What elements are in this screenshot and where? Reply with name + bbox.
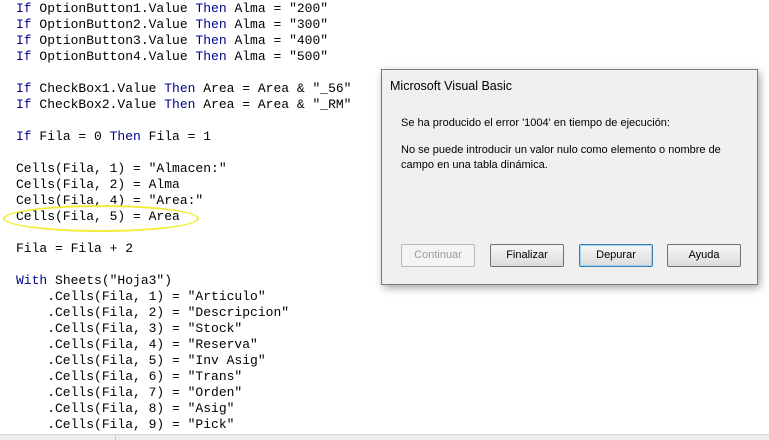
code-keyword: Then — [164, 97, 196, 112]
code-line[interactable]: .Cells(Fila, 4) = "Reserva" — [16, 337, 258, 353]
code-line[interactable]: If OptionButton1.Value Then Alma = "200" — [16, 1, 328, 17]
code-line[interactable]: .Cells(Fila, 9) = "Pick" — [16, 417, 234, 433]
code-keyword: Then — [195, 33, 227, 48]
code-text: Fila = Fila + 2 — [16, 241, 134, 256]
code-keyword: Then — [195, 49, 227, 64]
code-line[interactable]: .Cells(Fila, 5) = "Inv Asig" — [16, 353, 266, 369]
code-text: CheckBox1.Value — [31, 81, 165, 96]
code-text: .Cells(Fila, 1) = "Articulo" — [16, 289, 266, 304]
code-text: .Cells(Fila, 8) = "Asig" — [16, 401, 235, 416]
code-line[interactable]: If Fila = 0 Then Fila = 1 — [16, 129, 211, 145]
code-line[interactable]: If OptionButton3.Value Then Alma = "400" — [16, 33, 328, 49]
code-keyword: Then — [195, 17, 227, 32]
code-text: .Cells(Fila, 4) = "Reserva" — [16, 337, 258, 352]
code-keyword: If — [16, 129, 32, 144]
error-dialog: Microsoft Visual Basic Se ha producido e… — [381, 69, 758, 285]
code-keyword: If — [16, 1, 32, 16]
code-keyword: With — [16, 273, 48, 288]
code-text: Fila = 0 — [31, 129, 110, 144]
code-text: OptionButton4.Value — [31, 49, 196, 64]
scrollbar-split — [115, 435, 116, 440]
code-keyword: If — [16, 81, 32, 96]
code-text: .Cells(Fila, 2) = "Descripcion" — [16, 305, 290, 320]
code-keyword: If — [16, 33, 32, 48]
error-description: No se puede introducir un valor nulo com… — [401, 144, 721, 171]
code-text: Alma = "500" — [226, 49, 329, 64]
code-line[interactable]: Cells(Fila, 2) = Alma — [16, 177, 180, 193]
code-line[interactable]: .Cells(Fila, 3) = "Stock" — [16, 321, 242, 337]
end-button[interactable]: Finalizar — [490, 244, 564, 267]
help-button[interactable]: Ayuda — [667, 244, 741, 267]
code-keyword: If — [16, 97, 32, 112]
code-keyword: Then — [109, 129, 141, 144]
continue-button: Continuar — [401, 244, 475, 267]
code-keyword: If — [16, 49, 32, 64]
code-text: OptionButton1.Value — [31, 1, 196, 16]
code-line[interactable]: Fila = Fila + 2 — [16, 241, 133, 257]
code-line[interactable]: .Cells(Fila, 2) = "Descripcion" — [16, 305, 289, 321]
code-keyword: Then — [164, 81, 196, 96]
code-keyword: If — [16, 17, 32, 32]
code-text: OptionButton2.Value — [31, 17, 196, 32]
code-text: OptionButton3.Value — [31, 33, 196, 48]
code-text: Cells(Fila, 2) = Alma — [16, 177, 180, 192]
code-line[interactable]: With Sheets("Hoja3") — [16, 273, 172, 289]
code-text: Area = Area & "_RM" — [195, 97, 352, 112]
code-line[interactable]: .Cells(Fila, 8) = "Asig" — [16, 401, 234, 417]
code-line[interactable]: If OptionButton4.Value Then Alma = "500" — [16, 49, 328, 65]
error-message: Se ha producido el error '1004' en tiemp… — [401, 117, 670, 129]
code-text: Area = Area & "_56" — [195, 81, 352, 96]
code-text: .Cells(Fila, 7) = "Orden" — [16, 385, 243, 400]
dialog-title: Microsoft Visual Basic — [390, 79, 513, 93]
code-text: Alma = "300" — [226, 17, 329, 32]
editor-scrollbar[interactable] — [0, 434, 769, 440]
code-line[interactable]: .Cells(Fila, 1) = "Articulo" — [16, 289, 266, 305]
code-text: .Cells(Fila, 5) = "Inv Asig" — [16, 353, 266, 368]
code-text: Alma = "400" — [226, 33, 329, 48]
code-line[interactable]: If CheckBox1.Value Then Area = Area & "_… — [16, 81, 351, 97]
code-text: CheckBox2.Value — [31, 97, 165, 112]
code-line[interactable]: If CheckBox2.Value Then Area = Area & "_… — [16, 97, 351, 113]
code-text: Sheets("Hoja3") — [47, 273, 173, 288]
code-line[interactable]: .Cells(Fila, 7) = "Orden" — [16, 385, 242, 401]
code-keyword: Then — [195, 1, 227, 16]
code-text: Cells(Fila, 1) = "Almacen:" — [16, 161, 227, 176]
code-text: .Cells(Fila, 9) = "Pick" — [16, 417, 235, 432]
code-text: Fila = 1 — [140, 129, 212, 144]
code-line[interactable]: If OptionButton2.Value Then Alma = "300" — [16, 17, 328, 33]
code-line[interactable]: .Cells(Fila, 6) = "Trans" — [16, 369, 242, 385]
debug-button[interactable]: Depurar — [579, 244, 653, 267]
code-line[interactable]: Cells(Fila, 1) = "Almacen:" — [16, 161, 227, 177]
code-text: .Cells(Fila, 6) = "Trans" — [16, 369, 243, 384]
highlight-ellipse — [3, 205, 199, 232]
code-text: .Cells(Fila, 3) = "Stock" — [16, 321, 243, 336]
code-text: Alma = "200" — [226, 1, 329, 16]
